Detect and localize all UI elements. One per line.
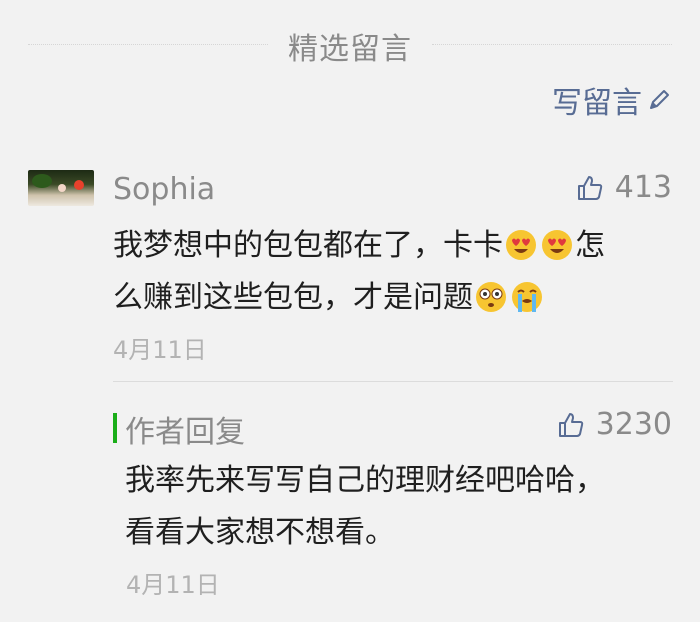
like-button[interactable]: 413 <box>575 170 672 205</box>
divider-right <box>432 44 672 45</box>
heart-eyes-emoji <box>506 230 536 260</box>
thumbs-up-icon <box>556 410 586 440</box>
reply-author: 作者回复 <box>125 415 245 450</box>
comments-page: 精选留言 写留言 Sophia 413 我梦想中的包包都在了，卡卡 怎 么赚到这… <box>0 0 700 622</box>
reply-like-count: 3230 <box>595 407 672 442</box>
pencil-icon <box>646 87 672 113</box>
avatar[interactable] <box>28 170 94 206</box>
author-reply: 作者回复 3230 我率先来写写自己的理财经吧哈哈， 看看大家想不想看。 4月1… <box>0 405 700 605</box>
reply-divider <box>113 381 673 382</box>
write-comment-label: 写留言 <box>552 86 642 121</box>
heart-eyes-emoji <box>542 230 572 260</box>
like-count: 413 <box>614 170 672 205</box>
avatar-detail <box>58 184 66 192</box>
comment-text-part: 我梦想中的包包都在了，卡卡 <box>113 228 503 263</box>
crying-emoji <box>512 282 542 312</box>
comment-date: 4月11日 <box>113 336 207 364</box>
reply-text-line: 我率先来写写自己的理财经吧哈哈， <box>125 463 605 498</box>
reply-like-button[interactable]: 3230 <box>556 407 672 442</box>
reply-text: 我率先来写写自己的理财经吧哈哈， 看看大家想不想看。 <box>125 455 673 559</box>
section-title: 精选留言 <box>288 32 412 67</box>
reply-date: 4月11日 <box>126 571 220 599</box>
reply-text-line: 看看大家想不想看。 <box>125 515 395 550</box>
avatar-detail <box>32 174 52 188</box>
section-header: 精选留言 <box>0 22 700 67</box>
comment-text-part: 怎 <box>575 228 605 263</box>
thumbs-up-icon <box>575 173 605 203</box>
comment-text: 我梦想中的包包都在了，卡卡 怎 么赚到这些包包，才是问题 <box>113 220 673 324</box>
comment-text-part: 么赚到这些包包，才是问题 <box>113 280 473 315</box>
avatar-detail <box>74 180 84 190</box>
write-comment-button[interactable]: 写留言 <box>552 80 672 121</box>
flushed-emoji <box>476 282 506 312</box>
reply-accent-bar <box>113 413 117 443</box>
comment-author[interactable]: Sophia <box>113 172 215 207</box>
divider-left <box>28 44 268 45</box>
comment-item: Sophia 413 我梦想中的包包都在了，卡卡 怎 么赚到这些包包，才是问题 4… <box>0 168 700 368</box>
